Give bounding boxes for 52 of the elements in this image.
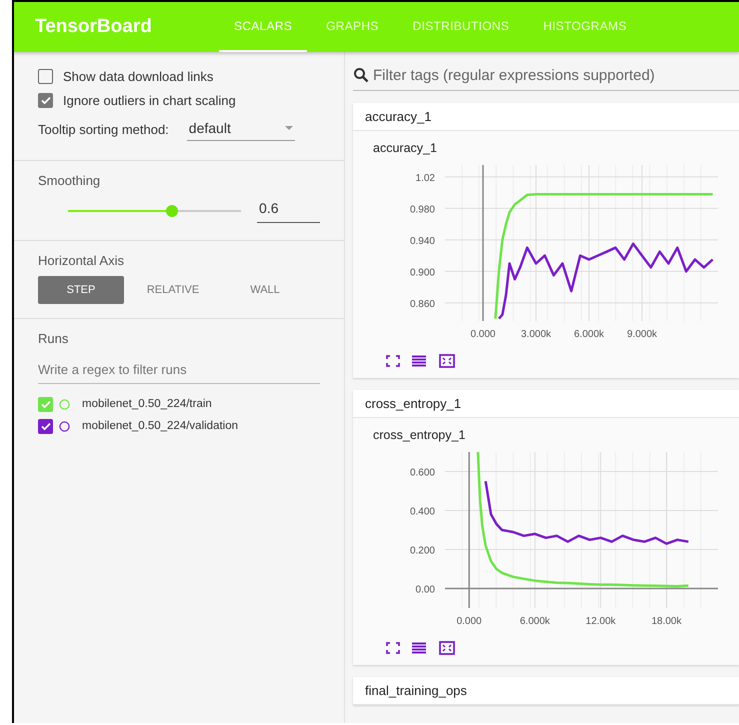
fit-icon[interactable]: [437, 641, 457, 655]
axis-tick-label: 0.000: [470, 329, 496, 340]
run-name: mobilenet_0.50_224/validation: [82, 420, 238, 432]
axis-tick-label: 6.000k: [520, 616, 550, 627]
section-heading: Runs: [38, 331, 70, 346]
axis-tick-label: 9.000k: [627, 329, 658, 340]
run-filter-field[interactable]: Write a regex to filter runs: [38, 354, 320, 384]
tag-filter-field[interactable]: Filter tags (regular expressions supported): [353, 60, 739, 91]
axis-toggle-button[interactable]: WALL: [222, 276, 308, 304]
axis-tick-label: 0.000: [456, 616, 482, 627]
axis-tick-label: 6.000k: [574, 329, 604, 340]
circle-icon: [59, 420, 70, 432]
dropdown-value: default: [188, 120, 231, 136]
axis-tick-label: 0.200: [410, 546, 435, 556]
checkbox[interactable]: [38, 68, 53, 84]
chart-title: cross_entropy_1: [373, 428, 466, 442]
axis-tick-label: 0.900: [410, 267, 435, 278]
lines-icon[interactable]: [411, 354, 427, 368]
axis-toggle-button[interactable]: RELATIVE: [130, 276, 216, 304]
option-label: Ignore outliers in chart scaling: [63, 92, 236, 108]
corners-icon[interactable]: [385, 641, 401, 655]
axis-tick-label: 0.980: [410, 204, 435, 216]
axis-toggle-button[interactable]: STEP: [38, 276, 124, 304]
axis-tick-label: 3.000k: [520, 329, 552, 340]
circle-icon: [59, 398, 70, 410]
section-header[interactable]: final_training_ops: [353, 677, 739, 705]
axis-tick-label: 0.860: [410, 298, 435, 310]
search-icon: [353, 67, 369, 83]
dropdown-caret-icon: [284, 126, 293, 130]
slider-thumb[interactable]: [166, 205, 178, 217]
corners-icon[interactable]: [385, 354, 401, 368]
checkbox[interactable]: [38, 92, 53, 108]
axis-tick-label: 1.02: [416, 172, 435, 184]
axis-tick-label: 0.400: [410, 506, 435, 518]
run-checkbox[interactable]: [38, 396, 53, 412]
section-heading: Smoothing: [38, 173, 102, 188]
smoothing-input[interactable]: 0.6: [257, 200, 320, 222]
sorting-dropdown[interactable]: default: [186, 118, 295, 140]
axis-tick-label: 0.940: [410, 236, 435, 247]
run-name: mobilenet_0.50_224/train: [82, 398, 212, 410]
section-heading: Horizontal Axis: [38, 253, 125, 268]
lines-icon[interactable]: [411, 641, 427, 655]
axis-tick-label: 18.00k: [651, 616, 682, 627]
run-checkbox[interactable]: [38, 418, 53, 434]
axis-tick-label: 12.00k: [586, 616, 616, 627]
fit-icon[interactable]: [437, 354, 457, 368]
chart-title: accuracy_1: [373, 141, 438, 155]
app-title: TensorBoard: [34, 15, 153, 39]
axis-tick-label: 0.00: [416, 584, 435, 596]
axis-tick-label: 0.600: [410, 468, 435, 478]
tooltip-sorting-label: Tooltip sorting method:: [38, 122, 169, 136]
option-label: Show data download links: [63, 68, 214, 84]
